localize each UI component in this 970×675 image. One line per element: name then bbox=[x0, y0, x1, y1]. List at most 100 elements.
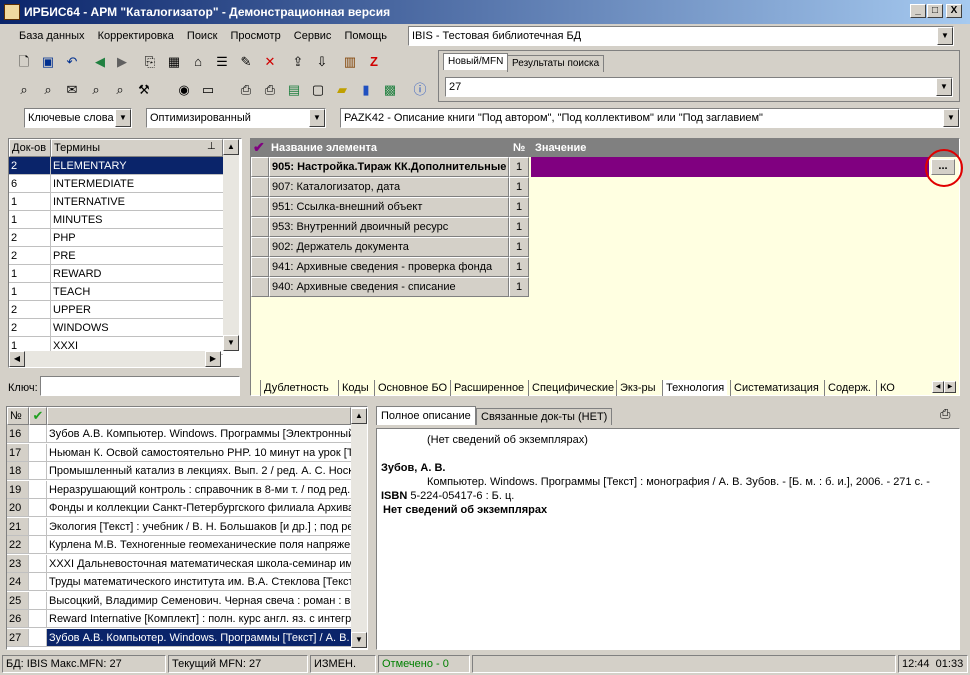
document-mark-cell[interactable] bbox=[29, 517, 47, 535]
print-icon[interactable]: ⎙ bbox=[236, 80, 256, 100]
chevron-down-icon[interactable]: ▼ bbox=[943, 109, 959, 127]
scroll-right-icon[interactable]: ▶ bbox=[205, 351, 221, 367]
chart-icon[interactable]: ▮ bbox=[356, 80, 376, 100]
term-row[interactable]: 1 REWARD bbox=[9, 265, 223, 283]
element-num[interactable]: 1 bbox=[509, 277, 529, 297]
term-row[interactable]: 2 UPPER bbox=[9, 301, 223, 319]
scroll-down-icon[interactable]: ▼ bbox=[223, 335, 239, 351]
maximize-button[interactable]: □ bbox=[927, 4, 943, 18]
menu-search[interactable]: Поиск bbox=[182, 26, 222, 46]
tab-specific[interactable]: Специфические bbox=[528, 380, 617, 396]
term-row[interactable]: 2 PRE bbox=[9, 247, 223, 265]
element-name[interactable]: 902: Держатель документа bbox=[269, 237, 509, 257]
element-name[interactable]: 940: Архивные сведения - списание bbox=[269, 277, 509, 297]
info-icon[interactable]: ⓘ bbox=[410, 80, 430, 100]
element-num[interactable]: 1 bbox=[509, 237, 529, 257]
document-mark-cell[interactable] bbox=[29, 573, 47, 590]
document-mark-cell[interactable] bbox=[29, 425, 47, 442]
key-input[interactable] bbox=[40, 376, 240, 396]
tab-contents[interactable]: Содерж. bbox=[824, 380, 874, 396]
terms-vscroll-track[interactable] bbox=[223, 155, 239, 335]
tab-main-bo[interactable]: Основное БО bbox=[374, 380, 450, 396]
element-num[interactable]: 1 bbox=[509, 157, 529, 177]
menu-view[interactable]: Просмотр bbox=[225, 26, 285, 46]
view-icon[interactable]: ◉ bbox=[174, 80, 194, 100]
copy-icon[interactable]: ⎘ bbox=[140, 52, 160, 72]
stamp-icon[interactable]: ⌂ bbox=[188, 52, 208, 72]
term-row[interactable]: 1 TEACH bbox=[9, 283, 223, 301]
value-editor-selected[interactable] bbox=[531, 157, 929, 177]
z3950-icon[interactable]: Z bbox=[364, 52, 384, 72]
undo-icon[interactable]: ↶ bbox=[62, 52, 82, 72]
element-name[interactable]: 905: Настройка.Тираж КК.Дополнительные bbox=[269, 157, 509, 177]
term-row[interactable]: 2 ELEMENTARY bbox=[9, 157, 223, 175]
document-row[interactable]: 23 XXXI Дальневосточная математическая шк… bbox=[7, 554, 351, 573]
close-button[interactable]: X bbox=[946, 4, 962, 18]
scroll-left-icon[interactable]: ◀ bbox=[9, 351, 25, 367]
document-mark-cell[interactable] bbox=[29, 554, 47, 572]
optimization-select[interactable]: Оптимизированный ▼ bbox=[146, 108, 326, 128]
document-row[interactable]: 20 Фонды и коллекции Санкт-Петербургского… bbox=[7, 499, 351, 517]
pin-icon[interactable]: ⊥ bbox=[207, 141, 216, 152]
tab-scroll-left-icon[interactable]: ◀ bbox=[932, 381, 944, 393]
chevron-down-icon[interactable]: ▼ bbox=[936, 78, 952, 96]
list-icon[interactable]: ☰ bbox=[212, 52, 232, 72]
term-row[interactable]: 1 MINUTES bbox=[9, 211, 223, 229]
element-num[interactable]: 1 bbox=[509, 177, 529, 197]
tab-new-mfn[interactable]: Новый/MFN bbox=[443, 53, 509, 70]
document-mark-cell[interactable] bbox=[29, 499, 47, 516]
save-icon[interactable]: ▣ bbox=[38, 52, 58, 72]
next-record-icon[interactable]: ▶ bbox=[112, 52, 132, 72]
chevron-down-icon[interactable]: ▼ bbox=[115, 109, 131, 127]
search-next-icon[interactable]: ⌕ bbox=[38, 80, 58, 100]
document-row[interactable]: 27 Зубов А.В. Компьютер. Windows. Програм… bbox=[7, 628, 351, 647]
document-mark-cell[interactable] bbox=[29, 443, 47, 461]
element-num[interactable]: 1 bbox=[509, 257, 529, 277]
document-row[interactable]: 25 Высоцкий, Владимир Семенович. Черная с… bbox=[7, 591, 351, 610]
chevron-down-icon[interactable]: ▼ bbox=[937, 27, 953, 45]
report-icon[interactable]: ▤ bbox=[284, 80, 304, 100]
menu-database[interactable]: База данных bbox=[14, 26, 90, 46]
search-icon[interactable]: ⌕ bbox=[14, 80, 34, 100]
menu-correction[interactable]: Корректировка bbox=[93, 26, 179, 46]
open-folder-icon[interactable]: ▰ bbox=[332, 80, 352, 100]
excel-icon[interactable]: ▩ bbox=[380, 80, 400, 100]
document-row[interactable]: 17 Ньюман К. Освой самостоятельно PHP. 10… bbox=[7, 443, 351, 462]
tab-systematization[interactable]: Систематизация bbox=[730, 380, 822, 396]
menu-help[interactable]: Помощь bbox=[340, 26, 393, 46]
tab-extended[interactable]: Расширенное bbox=[450, 380, 527, 396]
col-element-num[interactable]: № bbox=[513, 139, 525, 157]
new-record-icon[interactable]: 🗋 bbox=[14, 52, 34, 72]
tab-scroll-right-icon[interactable]: ▶ bbox=[944, 381, 956, 393]
document-row[interactable]: 16 Зубов А.В. Компьютер. Windows. Програм… bbox=[7, 425, 351, 443]
check-search-icon[interactable]: ⌕ bbox=[110, 80, 130, 100]
worksheet-select[interactable]: PAZK42 - Описание книги "Под автором", "… bbox=[340, 108, 960, 128]
tab-search-results[interactable]: Результаты поиска bbox=[507, 55, 605, 72]
filter-icon[interactable]: ⌕ bbox=[86, 80, 106, 100]
document-mark-cell[interactable] bbox=[29, 591, 47, 609]
delete-icon[interactable]: ✕ bbox=[260, 52, 280, 72]
tab-ko[interactable]: КО bbox=[876, 380, 898, 396]
tab-linked-docs[interactable]: Связанные док-ты (НЕТ) bbox=[476, 408, 613, 425]
term-row[interactable]: 2 PHP bbox=[9, 229, 223, 247]
books-icon[interactable]: ▥ bbox=[340, 52, 360, 72]
search-mode-select[interactable]: Ключевые слова ▼ bbox=[24, 108, 132, 128]
element-num[interactable]: 1 bbox=[509, 197, 529, 217]
mail-icon[interactable]: ✉ bbox=[62, 80, 82, 100]
document-mark-cell[interactable] bbox=[29, 536, 47, 553]
folder-icon[interactable]: ▭ bbox=[198, 80, 218, 100]
document-row[interactable]: 19 Неразрушающий контроль : справочник в … bbox=[7, 480, 351, 499]
docs-col-title[interactable] bbox=[47, 407, 351, 425]
document-mark-cell[interactable] bbox=[29, 628, 47, 646]
terms-col-count[interactable]: Док-ов bbox=[9, 139, 51, 157]
menu-service[interactable]: Сервис bbox=[289, 26, 337, 46]
document-mark-cell[interactable] bbox=[29, 462, 47, 479]
document-mark-cell[interactable] bbox=[29, 480, 47, 498]
col-element-name[interactable]: Название элемента bbox=[271, 139, 377, 157]
document-row[interactable]: 26 Reward Internative [Комплект] : полн. … bbox=[7, 610, 351, 628]
chevron-down-icon[interactable]: ▼ bbox=[309, 109, 325, 127]
terms-col-term[interactable]: Термины bbox=[51, 139, 223, 157]
docs-col-num[interactable]: № bbox=[7, 407, 29, 425]
edit-icon[interactable]: ✎ bbox=[236, 52, 256, 72]
database-select[interactable]: IBIS - Тестовая библиотечная БД ▼ bbox=[408, 26, 954, 46]
